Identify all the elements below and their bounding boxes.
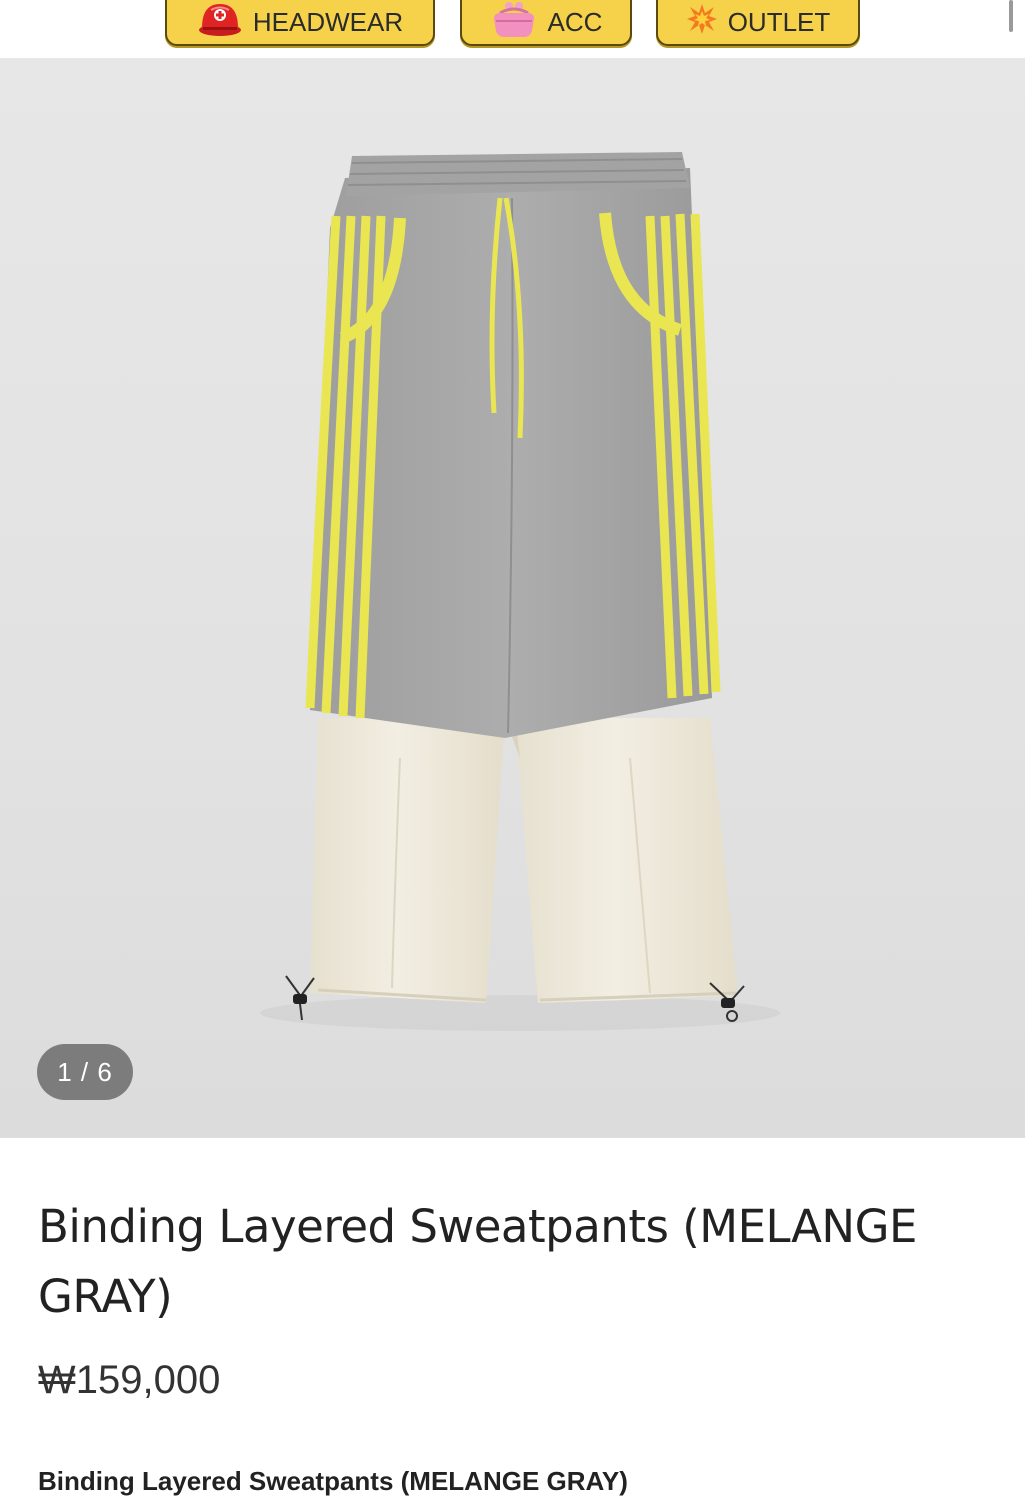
product-gallery[interactable]: 1 / 6 [0,58,1025,1138]
product-price: ₩159,000 [38,1358,221,1402]
product-title: Binding Layered Sweatpants (MELANGE GRAY… [38,1200,917,1323]
nav-item-outlet[interactable]: OUTLET [656,0,860,46]
scrollbar[interactable] [1009,0,1013,32]
product-subtitle: Binding Layered Sweatpants (MELANGE GRAY… [38,1466,628,1496]
image-counter: 1 / 6 [37,1044,133,1100]
product-page: HEADWEAR ACC OUTLET 1 / 6 Binding Layere… [0,0,1025,1500]
nav-item-label: OUTLET [727,6,831,37]
nav-item-label: ACC [547,6,603,37]
category-nav: HEADWEAR ACC OUTLET [0,0,1025,58]
product-image [260,152,780,1031]
nav-item-label: HEADWEAR [252,6,404,37]
purse-icon [490,0,538,46]
helmet-icon [197,0,243,45]
nav-item-headwear[interactable]: HEADWEAR [165,0,435,46]
nav-item-acc[interactable]: ACC [460,0,632,46]
burst-icon [686,3,718,42]
